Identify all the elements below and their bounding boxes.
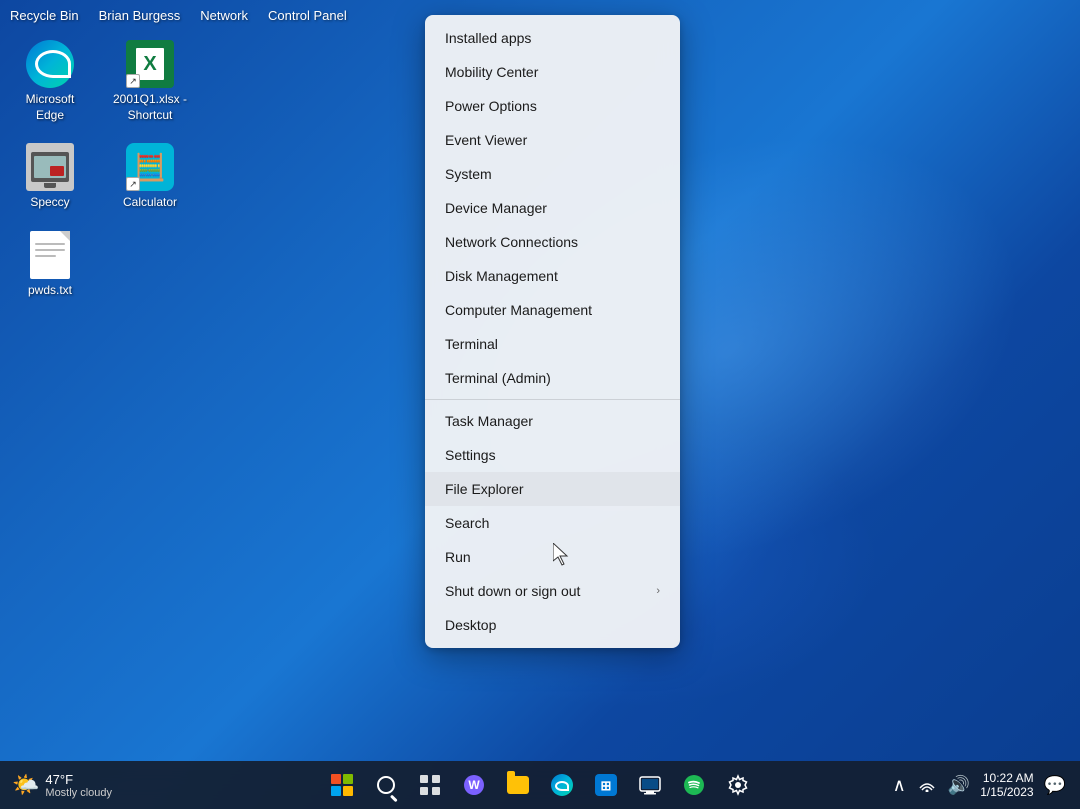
pwds-icon-item[interactable]: pwds.txt <box>10 231 90 299</box>
excel-label: 2001Q1.xlsx -Shortcut <box>113 92 187 123</box>
calculator-icon-item[interactable]: 🧮 ↗ Calculator <box>110 143 190 211</box>
taskbar-center: W ⊞ <box>322 765 758 805</box>
menu-item-search[interactable]: Search <box>425 506 680 540</box>
pwds-label: pwds.txt <box>28 283 72 299</box>
file-explorer-button[interactable] <box>498 765 538 805</box>
time-display[interactable]: 10:22 AM 1/15/2023 <box>980 771 1033 799</box>
windows-logo <box>331 774 353 796</box>
clock-time: 10:22 AM <box>980 771 1033 785</box>
ms-store-icon: ⊞ <box>595 774 617 796</box>
speccy-icon-item[interactable]: Speccy <box>10 143 90 211</box>
taskbar: 🌤️ 47°F Mostly cloudy <box>0 761 1080 809</box>
menu-item-shut-down[interactable]: Shut down or sign out › <box>425 574 680 608</box>
taskbar-right: ∧ 🔊 10:22 AM 1/15/2023 💬 <box>891 771 1068 799</box>
txt-icon <box>30 231 70 279</box>
start-button[interactable] <box>322 765 362 805</box>
edge-icon <box>26 40 74 88</box>
search-icon <box>377 776 395 794</box>
desktop-label-bar: Recycle Bin Brian Burgess Network Contro… <box>0 0 357 31</box>
menu-item-file-explorer[interactable]: File Explorer <box>425 472 680 506</box>
svg-text:⊞: ⊞ <box>601 778 612 793</box>
menu-item-disk-management[interactable]: Disk Management <box>425 259 680 293</box>
volume-tray-icon[interactable]: 🔊 <box>946 773 972 798</box>
desktop-icons: MicrosoftEdge X ↗ 2001Q1.xlsx -Shortcut <box>10 40 190 298</box>
desktop: Recycle Bin Brian Burgess Network Contro… <box>0 0 1080 809</box>
weather-temp: 47°F <box>45 772 112 787</box>
menu-item-settings[interactable]: Settings <box>425 438 680 472</box>
speccy-label: Speccy <box>30 195 69 211</box>
menu-item-terminal-admin[interactable]: Terminal (Admin) <box>425 361 680 395</box>
menu-item-installed-apps[interactable]: Installed apps <box>425 21 680 55</box>
weather-icon: 🌤️ <box>12 772 39 798</box>
network-icon <box>918 774 936 792</box>
brian-burgess-label[interactable]: Brian Burgess <box>99 8 181 23</box>
file-explorer-icon <box>507 776 529 794</box>
notification-icon[interactable]: 💬 <box>1042 773 1068 798</box>
menu-item-system[interactable]: System <box>425 157 680 191</box>
webex-button[interactable]: W <box>454 765 494 805</box>
shut-down-arrow: › <box>656 585 660 597</box>
spotify-icon <box>683 774 705 796</box>
menu-item-task-manager[interactable]: Task Manager <box>425 404 680 438</box>
taskbar-left: 🌤️ 47°F Mostly cloudy <box>12 772 172 799</box>
taskbar-edge-icon <box>551 774 573 796</box>
menu-item-run[interactable]: Run <box>425 540 680 574</box>
recycle-bin-label[interactable]: Recycle Bin <box>10 8 79 23</box>
network-label[interactable]: Network <box>200 8 248 23</box>
menu-item-device-manager[interactable]: Device Manager <box>425 191 680 225</box>
shortcut-arrow-calc: ↗ <box>126 177 140 191</box>
calculator-label: Calculator <box>123 195 177 211</box>
settings-gear-icon <box>727 774 749 796</box>
menu-item-mobility-center[interactable]: Mobility Center <box>425 55 680 89</box>
webex-icon: W <box>463 774 485 796</box>
shortcut-arrow-excel: ↗ <box>126 74 140 88</box>
control-panel-label[interactable]: Control Panel <box>268 8 347 23</box>
weather-info: 47°F Mostly cloudy <box>45 772 112 799</box>
speccy-icon <box>26 143 74 191</box>
taskbar-settings-button[interactable] <box>718 765 758 805</box>
taskbar-edge-button[interactable] <box>542 765 582 805</box>
excel-icon-item[interactable]: X ↗ 2001Q1.xlsx -Shortcut <box>110 40 190 123</box>
task-view-icon <box>419 774 441 796</box>
spotify-button[interactable] <box>674 765 714 805</box>
svg-text:W: W <box>468 778 480 792</box>
clock-date: 1/15/2023 <box>980 785 1033 799</box>
menu-item-network-connections[interactable]: Network Connections <box>425 225 680 259</box>
menu-item-event-viewer[interactable]: Event Viewer <box>425 123 680 157</box>
task-view-button[interactable] <box>410 765 450 805</box>
remote-desktop-button[interactable] <box>630 765 670 805</box>
menu-separator-1 <box>425 399 680 400</box>
edge-icon-item[interactable]: MicrosoftEdge <box>10 40 90 123</box>
weather-desc: Mostly cloudy <box>45 787 112 799</box>
menu-item-computer-management[interactable]: Computer Management <box>425 293 680 327</box>
remote-desktop-icon <box>639 774 661 796</box>
context-menu: Installed apps Mobility Center Power Opt… <box>425 15 680 648</box>
taskbar-search-button[interactable] <box>366 765 406 805</box>
network-tray-icon[interactable] <box>916 772 938 799</box>
menu-item-terminal[interactable]: Terminal <box>425 327 680 361</box>
menu-item-desktop[interactable]: Desktop <box>425 608 680 642</box>
system-tray[interactable]: ∧ <box>891 773 908 798</box>
ms-store-button[interactable]: ⊞ <box>586 765 626 805</box>
menu-item-power-options[interactable]: Power Options <box>425 89 680 123</box>
edge-label: MicrosoftEdge <box>26 92 75 123</box>
